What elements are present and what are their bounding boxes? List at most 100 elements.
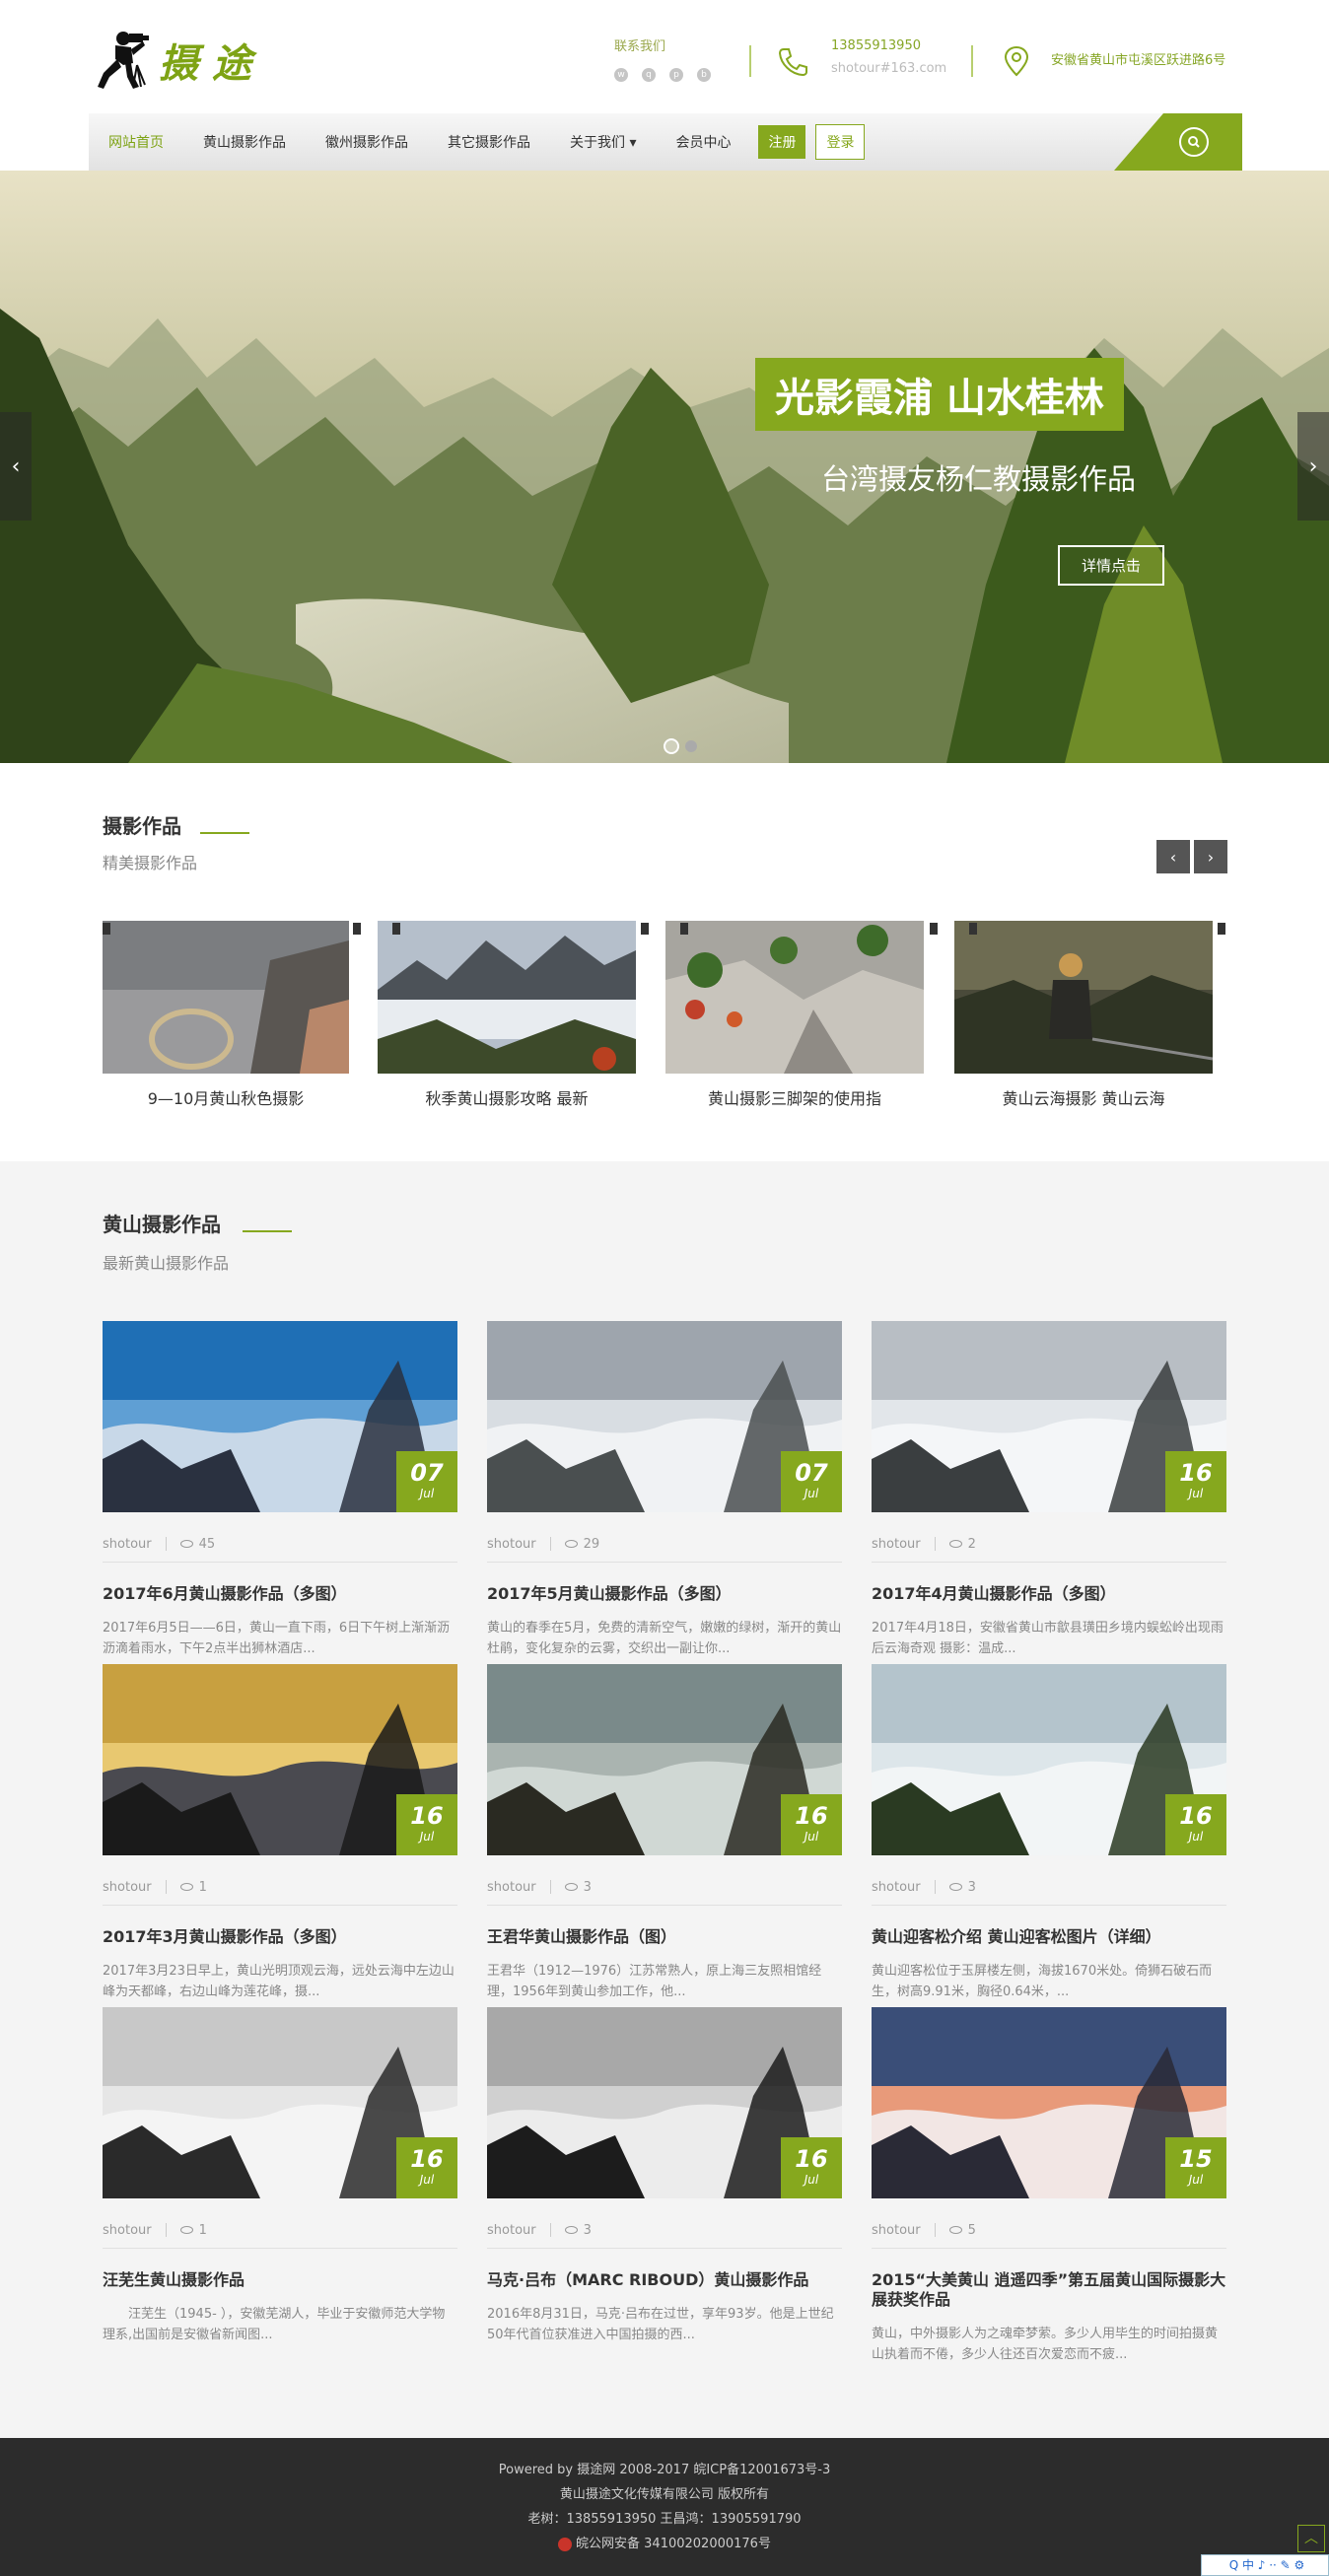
article-author: shotour: [103, 1879, 152, 1895]
article-image[interactable]: 16 Jul: [487, 2007, 842, 2198]
article-image[interactable]: 07 Jul: [487, 1321, 842, 1512]
article-card[interactable]: 16 Jul shotour 3 马克·吕布（MARC RIBOUD）黄山摄影作…: [487, 2007, 842, 2345]
date-month: Jul: [804, 1830, 819, 1844]
qq-icon[interactable]: q: [642, 68, 656, 82]
carousel-item[interactable]: 秋季黄山摄影攻略 最新: [378, 921, 636, 1109]
date-badge: 16 Jul: [1165, 1451, 1226, 1512]
carousel-prev-button[interactable]: ‹: [1156, 840, 1190, 873]
article-image[interactable]: 16 Jul: [103, 1664, 457, 1855]
nav-huangshan-works[interactable]: 黄山摄影作品: [183, 132, 306, 152]
logo[interactable]: 摄途: [94, 30, 265, 91]
slide-dot[interactable]: [685, 740, 697, 752]
nav-home[interactable]: 网站首页: [89, 132, 183, 152]
nav-huizhou-works[interactable]: 徽州摄影作品: [306, 132, 428, 152]
article-card[interactable]: 16 Jul shotour 3 黄山迎客松介绍 黄山迎客松图片（详细） 黄山迎…: [872, 1664, 1226, 2002]
police-badge-icon: [558, 2537, 573, 2551]
wechat-icon[interactable]: w: [614, 68, 628, 82]
slide-dot-active[interactable]: [664, 738, 679, 754]
eye-icon: [948, 1883, 962, 1891]
hero-banner: 光影霞浦 山水桂林 台湾摄友杨仁教摄影作品 详情点击 ‹ ›: [0, 171, 1329, 763]
header: 摄途 联系我们 w q p b 13855913950 shotour#163.…: [0, 0, 1329, 113]
weibo-icon[interactable]: b: [697, 68, 711, 82]
article-image[interactable]: 16 Jul: [872, 1664, 1226, 1855]
date-month: Jul: [419, 1487, 435, 1500]
phone-icon: [777, 45, 808, 77]
divider: [103, 1905, 457, 1906]
divider: [103, 2248, 457, 2249]
banner-subtitle: 台湾摄友杨仁教摄影作品: [821, 462, 1137, 496]
article-title[interactable]: 2017年5月黄山摄影作品（多图）: [487, 1584, 842, 1604]
eye-icon: [564, 1883, 578, 1891]
date-badge: 16 Jul: [1165, 1794, 1226, 1855]
date-badge: 16 Jul: [781, 1794, 842, 1855]
carousel-item[interactable]: 9—10月黄山秋色摄影: [103, 921, 349, 1109]
article-meta: shotour 3: [872, 1877, 1226, 1897]
article-excerpt: 2016年8月31日，马克·吕布在过世，享年93岁。他是上世纪50年代首位获准进…: [487, 2307, 834, 2342]
article-card[interactable]: 15 Jul shotour 5 2015“大美黄山 逍遥四季”第五届黄山国际摄…: [872, 2007, 1226, 2365]
footer: Powered by 摄途网 2008-2017 皖ICP备12001673号-…: [0, 2438, 1329, 2576]
article-card[interactable]: 07 Jul shotour 29 2017年5月黄山摄影作品（多图） 黄山的春…: [487, 1321, 842, 1659]
banner-next-button[interactable]: ›: [1297, 412, 1329, 521]
article-image[interactable]: 16 Jul: [487, 1664, 842, 1855]
article-author: shotour: [872, 1879, 921, 1895]
banner-prev-button[interactable]: ‹: [0, 412, 32, 521]
login-button[interactable]: 登录: [815, 124, 866, 160]
date-badge: 16 Jul: [396, 2137, 457, 2198]
article-excerpt: 王君华（1912—1976）江苏常熟人，原上海三友照相馆经理，1956年到黄山参…: [487, 1964, 822, 1999]
article-meta: shotour 3: [487, 2220, 842, 2240]
location-pin-icon: [1003, 45, 1030, 77]
article-image[interactable]: 07 Jul: [103, 1321, 457, 1512]
pinterest-icon[interactable]: p: [669, 68, 683, 82]
input-method-badge[interactable]: Q 中 ♪ ·· ✎ ⚙: [1201, 2554, 1329, 2576]
article-image[interactable]: 16 Jul: [872, 1321, 1226, 1512]
article-card[interactable]: 07 Jul shotour 45 2017年6月黄山摄影作品（多图） 2017…: [103, 1321, 457, 1659]
main-nav: 网站首页 黄山摄影作品 徽州摄影作品 其它摄影作品 关于我们 ▾ 会员中心 注册…: [89, 113, 1242, 171]
huangshan-section: 黄山摄影作品 最新黄山摄影作品 07 Jul shotour 45 2017年6…: [0, 1161, 1329, 2438]
banner-detail-button[interactable]: 详情点击: [1058, 545, 1165, 586]
carousel-item[interactable]: 黄山云海摄影 黄山云海: [954, 921, 1213, 1109]
date-day: 07: [410, 1459, 444, 1487]
date-month: Jul: [1188, 1487, 1204, 1500]
search-icon[interactable]: [1179, 127, 1209, 157]
article-image[interactable]: 15 Jul: [872, 2007, 1226, 2198]
article-author: shotour: [872, 2222, 921, 2238]
article-meta: shotour 29: [487, 1534, 842, 1554]
article-card[interactable]: 16 Jul shotour 3 王君华黄山摄影作品（图） 王君华（1912—1…: [487, 1664, 842, 2002]
carousel-next-button[interactable]: ›: [1194, 840, 1227, 873]
article-meta: shotour 5: [872, 2220, 1226, 2240]
nav-other-works[interactable]: 其它摄影作品: [428, 132, 550, 152]
date-month: Jul: [804, 2173, 819, 2187]
divider: [487, 2248, 842, 2249]
carousel-tick: [969, 923, 977, 935]
date-badge: 07 Jul: [396, 1451, 457, 1512]
works-section: 摄影作品 精美摄影作品 ‹ › 9—10月黄山秋色摄影 秋季黄山摄影攻略 最新 …: [0, 763, 1329, 1161]
eye-icon: [948, 1540, 962, 1548]
article-title[interactable]: 2017年4月黄山摄影作品（多图）: [872, 1584, 1226, 1604]
article-title[interactable]: 黄山迎客松介绍 黄山迎客松图片（详细）: [872, 1927, 1226, 1947]
carousel-tick: [103, 923, 110, 935]
article-views: 1: [198, 2222, 207, 2238]
article-title[interactable]: 马克·吕布（MARC RIBOUD）黄山摄影作品: [487, 2270, 842, 2290]
article-card[interactable]: 16 Jul shotour 1 2017年3月黄山摄影作品（多图） 2017年…: [103, 1664, 457, 2002]
carousel-item[interactable]: 黄山摄影三脚架的使用指: [665, 921, 924, 1109]
article-image[interactable]: 16 Jul: [103, 2007, 457, 2198]
carousel-tick: [1218, 923, 1225, 935]
back-to-top-icon[interactable]: ︿: [1297, 2525, 1325, 2552]
article-meta: shotour 1: [103, 2220, 457, 2240]
date-day: 16: [410, 1802, 444, 1830]
article-meta: shotour 1: [103, 1877, 457, 1897]
article-title[interactable]: 汪芜生黄山摄影作品: [103, 2270, 457, 2290]
eye-icon: [948, 2226, 962, 2234]
footer-contacts: 老树：13855913950 王昌鸿：13905591790: [527, 2512, 802, 2527]
article-card[interactable]: 16 Jul shotour 1 汪芜生黄山摄影作品 汪芜生（1945- ），安…: [103, 2007, 457, 2345]
article-card[interactable]: 16 Jul shotour 2 2017年4月黄山摄影作品（多图） 2017年…: [872, 1321, 1226, 1659]
article-title[interactable]: 2017年6月黄山摄影作品（多图）: [103, 1584, 457, 1604]
date-day: 07: [795, 1459, 828, 1487]
register-button[interactable]: 注册: [758, 125, 806, 159]
nav-member-center[interactable]: 会员中心: [656, 132, 750, 152]
divider: [872, 2248, 1226, 2249]
article-title[interactable]: 2017年3月黄山摄影作品（多图）: [103, 1927, 457, 1947]
article-title[interactable]: 2015“大美黄山 逍遥四季”第五届黄山国际摄影大展获奖作品: [872, 2270, 1226, 2310]
nav-about-dropdown[interactable]: 关于我们 ▾: [550, 132, 656, 152]
article-title[interactable]: 王君华黄山摄影作品（图）: [487, 1927, 842, 1947]
